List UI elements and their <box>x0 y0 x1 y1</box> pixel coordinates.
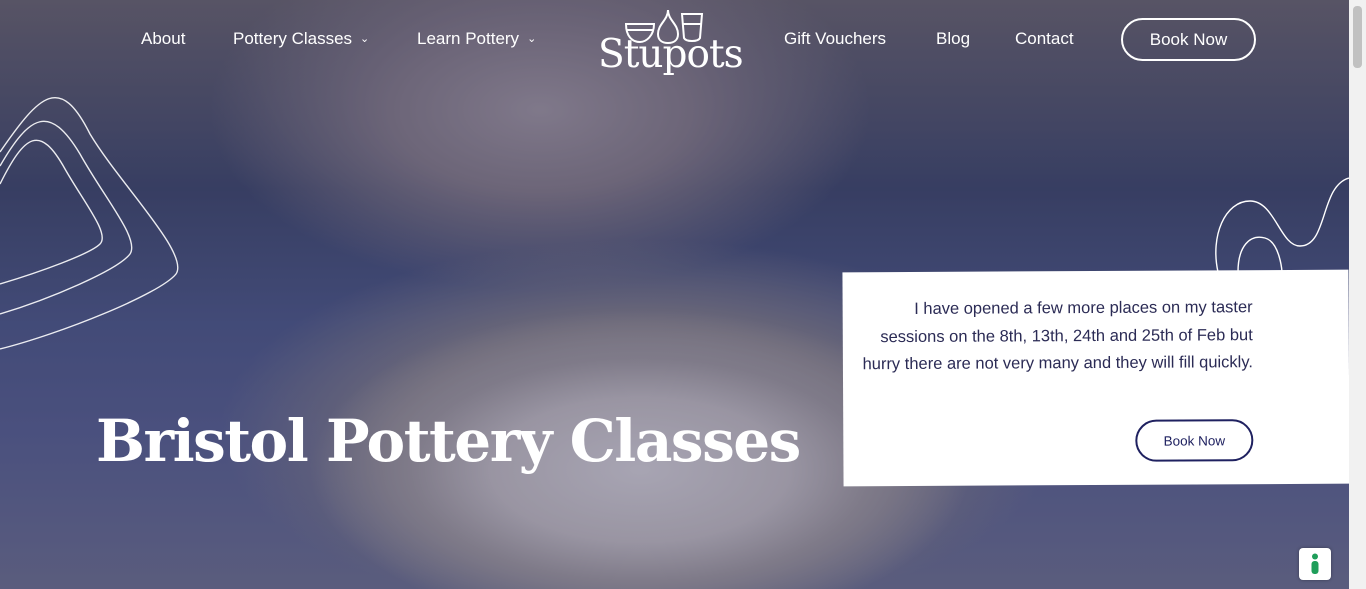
nav-gift-vouchers-label: Gift Vouchers <box>784 29 887 48</box>
accessibility-button[interactable] <box>1299 548 1331 580</box>
chevron-down-icon: ⌄ <box>527 33 537 45</box>
notice-card: I have opened a few more places on my ta… <box>842 269 1349 487</box>
nav-blog[interactable]: Blog <box>936 28 970 50</box>
nav-contact[interactable]: Contact <box>1015 28 1074 50</box>
nav-contact-label: Contact <box>1015 29 1074 48</box>
decorative-lines-right <box>1215 177 1349 272</box>
notice-book-now-label: Book Now <box>1163 432 1226 449</box>
nav-blog-label: Blog <box>936 29 971 48</box>
nav-about-label: About <box>141 29 186 48</box>
decorative-lines-left <box>0 97 179 350</box>
logo-wordmark: Stupots <box>598 32 744 77</box>
nav-learn-pottery-label: Learn Pottery <box>417 29 520 48</box>
nav-pottery-classes[interactable]: Pottery Classes ⌄ <box>233 28 369 50</box>
chevron-down-icon: ⌄ <box>360 33 370 45</box>
hero-background: About Pottery Classes ⌄ Learn Pottery ⌄ St… <box>0 0 1349 589</box>
nav-learn-pottery[interactable]: Learn Pottery ⌄ <box>417 28 536 50</box>
nav-pottery-classes-label: Pottery Classes <box>233 29 353 48</box>
book-now-button[interactable]: Book Now <box>1121 18 1256 61</box>
hero-title: Bristol Pottery Classes <box>96 407 801 475</box>
page-scrollbar[interactable] <box>1349 0 1366 589</box>
site-logo[interactable]: Stupots <box>598 8 744 82</box>
book-now-label: Book Now <box>1149 29 1228 49</box>
scrollbar-thumb[interactable] <box>1353 6 1362 68</box>
nav-about[interactable]: About <box>141 28 185 50</box>
notice-message: I have opened a few more places on my ta… <box>862 298 1253 374</box>
notice-book-now-button[interactable]: Book Now <box>1135 419 1254 462</box>
accessibility-icon <box>1311 553 1319 574</box>
nav-gift-vouchers[interactable]: Gift Vouchers <box>784 28 886 50</box>
